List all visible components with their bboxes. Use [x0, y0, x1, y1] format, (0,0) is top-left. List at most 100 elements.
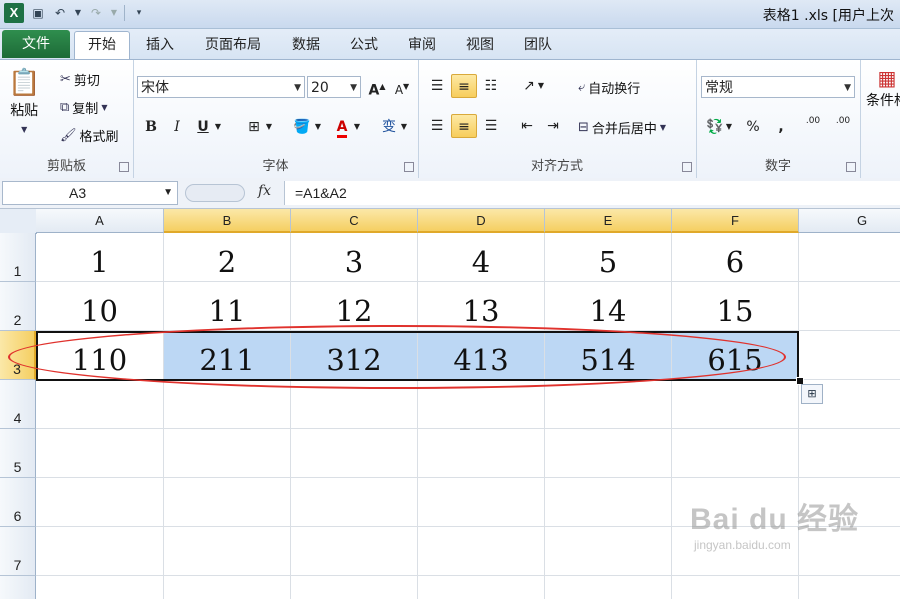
undo-icon[interactable]: ↶ — [52, 4, 68, 22]
tab-view[interactable]: 视图 — [458, 32, 502, 58]
copy-button[interactable]: ⧉ 复制 ▼ — [60, 98, 107, 118]
cell-c5[interactable] — [291, 429, 418, 478]
cell-d4[interactable] — [418, 380, 545, 429]
cell-g8[interactable] — [799, 576, 900, 599]
row-header-4[interactable]: 4 — [0, 380, 36, 429]
cell-c6[interactable] — [291, 478, 418, 527]
cell-a4[interactable] — [36, 380, 164, 429]
column-header-e[interactable]: E — [545, 209, 672, 233]
decrease-decimal-button[interactable]: .00 — [830, 115, 856, 139]
cell-b4[interactable] — [164, 380, 291, 429]
align-center-icon[interactable]: ≡ — [451, 114, 477, 138]
tab-data[interactable]: 数据 — [284, 32, 328, 58]
bold-button[interactable]: B — [138, 115, 164, 139]
cell-a5[interactable] — [36, 429, 164, 478]
cell-f8[interactable] — [672, 576, 799, 599]
align-right-icon[interactable]: ☰ — [478, 114, 504, 138]
cell-e8[interactable] — [545, 576, 672, 599]
cell-d2[interactable]: 13 — [418, 282, 545, 331]
align-bottom-icon[interactable]: ☷ — [478, 74, 504, 98]
cell-b8[interactable] — [164, 576, 291, 599]
cut-button[interactable]: ✂ 剪切 — [60, 70, 100, 90]
orientation-dropdown-icon[interactable]: ▼ — [536, 74, 546, 98]
comma-style-button[interactable]: , — [768, 115, 794, 139]
cell-d5[interactable] — [418, 429, 545, 478]
number-format-select[interactable]: 常规 ▼ — [701, 76, 855, 98]
cell-a1[interactable]: 1 — [36, 233, 164, 282]
cell-c8[interactable] — [291, 576, 418, 599]
column-header-a[interactable]: A — [36, 209, 164, 233]
cell-b5[interactable] — [164, 429, 291, 478]
save-icon[interactable]: ▣ — [30, 4, 46, 22]
cell-g7[interactable] — [799, 527, 900, 576]
cell-f4[interactable] — [672, 380, 799, 429]
italic-button[interactable]: I — [164, 115, 190, 139]
cell-f1[interactable]: 6 — [672, 233, 799, 282]
cell-b6[interactable] — [164, 478, 291, 527]
row-header-3[interactable]: 3 — [0, 331, 36, 380]
fill-color-icon[interactable]: 🪣 — [289, 115, 315, 139]
column-header-b[interactable]: B — [164, 209, 291, 233]
cell-e6[interactable] — [545, 478, 672, 527]
cell-c7[interactable] — [291, 527, 418, 576]
tab-review[interactable]: 审阅 — [400, 32, 444, 58]
dialog-launcher-icon[interactable] — [119, 162, 129, 172]
font-size-select[interactable]: 20 ▼ — [307, 76, 361, 98]
cell-e4[interactable] — [545, 380, 672, 429]
increase-indent-icon[interactable]: ⇥ — [540, 114, 566, 138]
format-painter-button[interactable]: 🖌 格式刷 — [60, 126, 119, 146]
formula-input[interactable]: =A1&A2 — [284, 181, 900, 205]
row-header-5[interactable]: 5 — [0, 429, 36, 478]
cell-e2[interactable]: 14 — [545, 282, 672, 331]
currency-dropdown-icon[interactable]: ▼ — [724, 115, 734, 139]
underline-dropdown-icon[interactable]: ▼ — [213, 115, 223, 139]
dialog-launcher-icon[interactable] — [404, 162, 414, 172]
column-header-f[interactable]: F — [672, 209, 799, 233]
borders-dropdown-icon[interactable]: ▼ — [264, 115, 274, 139]
align-middle-icon[interactable]: ≡ — [451, 74, 477, 98]
customize-toolbar-icon[interactable]: ▾ — [131, 4, 147, 22]
dialog-launcher-icon[interactable] — [682, 162, 692, 172]
column-header-c[interactable]: C — [291, 209, 418, 233]
cell-d6[interactable] — [418, 478, 545, 527]
font-family-select[interactable]: 宋体 ▼ — [137, 76, 305, 98]
row-header-2[interactable]: 2 — [0, 282, 36, 331]
cell-e3[interactable]: 514 — [545, 331, 672, 380]
cell-b2[interactable]: 11 — [164, 282, 291, 331]
conditional-formatting-button[interactable]: ▦ 条件格 — [866, 68, 900, 110]
tab-file[interactable]: 文件 — [2, 30, 70, 58]
undo-dropdown-icon[interactable]: ▼ — [74, 4, 82, 22]
row-header-1[interactable]: 1 — [0, 233, 36, 282]
cell-f5[interactable] — [672, 429, 799, 478]
align-top-icon[interactable]: ☰ — [424, 74, 450, 98]
tab-home[interactable]: 开始 — [74, 31, 130, 60]
tab-formulas[interactable]: 公式 — [342, 32, 386, 58]
excel-app-icon[interactable]: X — [4, 3, 24, 23]
cell-c1[interactable]: 3 — [291, 233, 418, 282]
cell-d7[interactable] — [418, 527, 545, 576]
cell-d1[interactable]: 4 — [418, 233, 545, 282]
cell-f7[interactable] — [672, 527, 799, 576]
fill-dropdown-icon[interactable]: ▼ — [313, 115, 323, 139]
shrink-font-button[interactable]: A▼ — [389, 75, 415, 99]
cell-e5[interactable] — [545, 429, 672, 478]
tab-insert[interactable]: 插入 — [136, 32, 184, 58]
redo-dropdown-icon[interactable]: ▼ — [110, 4, 118, 22]
cell-c3[interactable]: 312 — [291, 331, 418, 380]
name-box[interactable]: A3 ▼ — [2, 181, 178, 205]
cell-g5[interactable] — [799, 429, 900, 478]
merge-center-button[interactable]: ⊟ 合并后居中 ▼ — [578, 118, 666, 138]
cell-g3[interactable] — [799, 331, 900, 380]
cell-b3[interactable]: 211 — [164, 331, 291, 380]
cell-b7[interactable] — [164, 527, 291, 576]
cell-b1[interactable]: 2 — [164, 233, 291, 282]
cell-a6[interactable] — [36, 478, 164, 527]
cell-f2[interactable]: 15 — [672, 282, 799, 331]
cell-g6[interactable] — [799, 478, 900, 527]
font-color-dropdown-icon[interactable]: ▼ — [352, 115, 362, 139]
cell-a3[interactable]: 110 — [36, 331, 164, 380]
phonetic-dropdown-icon[interactable]: ▼ — [399, 115, 409, 139]
cell-a8[interactable] — [36, 576, 164, 599]
cell-e1[interactable]: 5 — [545, 233, 672, 282]
cell-d8[interactable] — [418, 576, 545, 599]
